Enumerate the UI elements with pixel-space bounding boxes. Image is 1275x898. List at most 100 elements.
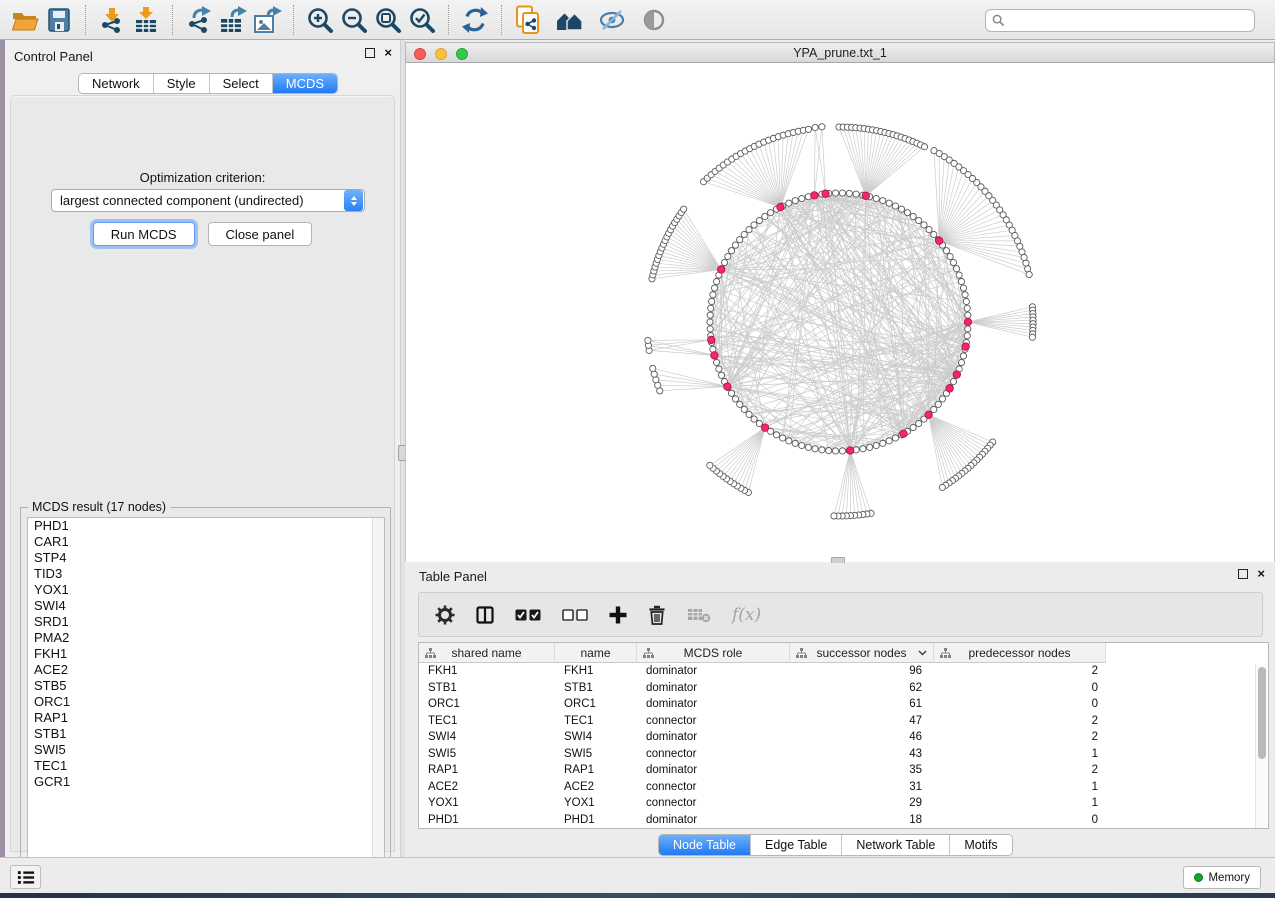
table-row[interactable]: PHD1PHD1dominator180 xyxy=(419,812,1268,829)
clear-all-checks-button[interactable] xyxy=(562,609,588,621)
table-scrollbar-thumb[interactable] xyxy=(1258,667,1266,759)
network-graph[interactable] xyxy=(406,63,1274,560)
mcds-result-item[interactable]: SWI4 xyxy=(28,598,384,614)
mcds-result-item[interactable]: ORC1 xyxy=(28,694,384,710)
optimization-criterion-select[interactable]: largest connected component (undirected) xyxy=(51,189,365,212)
table-row[interactable]: RAP1RAP1dominator352 xyxy=(419,762,1268,779)
tab-select[interactable]: Select xyxy=(210,74,273,93)
mcds-result-item[interactable]: YOX1 xyxy=(28,582,384,598)
open-file-button[interactable] xyxy=(8,3,42,37)
task-history-button[interactable] xyxy=(10,865,41,889)
mcds-result-item[interactable]: TEC1 xyxy=(28,758,384,774)
table-cell: 35 xyxy=(790,764,934,776)
table-row[interactable]: FKH1FKH1dominator962 xyxy=(419,663,1268,680)
column-header-predecessor-nodes[interactable]: predecessor nodes xyxy=(934,643,1106,663)
table-row[interactable]: ACE2ACE2connector311 xyxy=(419,779,1268,796)
clone-network-button[interactable] xyxy=(511,3,545,37)
mcds-result-item[interactable]: STP4 xyxy=(28,550,384,566)
table-row[interactable]: SWI5SWI5connector431 xyxy=(419,746,1268,763)
mcds-result-list[interactable]: PHD1CAR1STP4TID3YOX1SWI4SRD1PMA2FKH1ACE2… xyxy=(27,517,385,871)
tab-motifs[interactable]: Motifs xyxy=(950,835,1011,855)
export-table-button[interactable] xyxy=(216,3,250,37)
float-table-panel-icon[interactable] xyxy=(1238,569,1248,579)
mcds-result-item[interactable]: PMA2 xyxy=(28,630,384,646)
control-panel-tabs: NetworkStyleSelectMCDS xyxy=(78,73,338,94)
network-window-titlebar[interactable]: YPA_prune.txt_1 xyxy=(405,42,1275,63)
zoom-out-button[interactable] xyxy=(337,3,371,37)
mcds-result-item[interactable]: CAR1 xyxy=(28,534,384,550)
close-panel-button[interactable]: Close panel xyxy=(208,222,313,246)
hide-selected-button[interactable] xyxy=(595,3,629,37)
memory-label: Memory xyxy=(1208,872,1250,884)
mcds-result-item[interactable]: SWI5 xyxy=(28,742,384,758)
toolbar-separator xyxy=(293,5,294,35)
search-input[interactable] xyxy=(1009,14,1254,28)
table-cell: YOX1 xyxy=(555,797,637,809)
mcds-result-item[interactable]: STB5 xyxy=(28,678,384,694)
close-table-panel-icon[interactable]: × xyxy=(1257,569,1265,579)
table-cell: 0 xyxy=(934,682,1106,694)
mcds-list-scrollbar[interactable] xyxy=(372,518,384,870)
table-cell: TEC1 xyxy=(555,715,637,727)
run-mcds-button[interactable]: Run MCDS xyxy=(93,222,195,246)
plus-icon xyxy=(609,606,627,624)
table-cell: dominator xyxy=(637,731,790,743)
table-row[interactable]: SWI4SWI4dominator462 xyxy=(419,729,1268,746)
mcds-tab-content: Optimization criterion: largest connecte… xyxy=(10,95,395,852)
column-header-MCDS-role[interactable]: MCDS role xyxy=(637,643,790,663)
show-hidden-button[interactable] xyxy=(637,3,671,37)
tab-style[interactable]: Style xyxy=(154,74,210,93)
table-row[interactable]: YOX1YOX1connector291 xyxy=(419,795,1268,812)
mcds-result-item[interactable]: FKH1 xyxy=(28,646,384,662)
table-row[interactable]: STB1STB1dominator620 xyxy=(419,680,1268,697)
mcds-result-item[interactable]: ACE2 xyxy=(28,662,384,678)
tab-mcds[interactable]: MCDS xyxy=(273,74,337,93)
checked-boxes-icon xyxy=(515,609,541,621)
table-cell: connector xyxy=(637,715,790,727)
table-mode-gear-button[interactable] xyxy=(435,605,455,625)
sort-chevron-icon[interactable] xyxy=(918,650,927,656)
tab-network[interactable]: Network xyxy=(79,74,154,93)
optimization-criterion-label: Optimization criterion: xyxy=(11,170,394,185)
table-row[interactable]: TEC1TEC1connector472 xyxy=(419,713,1268,730)
mcds-result-item[interactable]: SRD1 xyxy=(28,614,384,630)
column-type-icon xyxy=(940,648,951,659)
zoom-selected-button[interactable] xyxy=(405,3,439,37)
export-image-button[interactable] xyxy=(250,3,284,37)
zoom-fit-button[interactable] xyxy=(371,3,405,37)
mcds-result-item[interactable]: PHD1 xyxy=(28,518,384,534)
export-network-button[interactable] xyxy=(182,3,216,37)
float-window-icon[interactable] xyxy=(365,48,375,58)
import-network-button[interactable] xyxy=(95,3,129,37)
tab-node-table[interactable]: Node Table xyxy=(659,835,751,855)
mcds-result-item[interactable]: STB1 xyxy=(28,726,384,742)
refresh-view-button[interactable] xyxy=(458,3,492,37)
add-column-button[interactable] xyxy=(609,606,627,624)
table-row[interactable]: ORC1ORC1dominator610 xyxy=(419,696,1268,713)
mcds-result-item[interactable]: GCR1 xyxy=(28,774,384,790)
delete-table-button[interactable] xyxy=(687,607,711,623)
save-session-button[interactable] xyxy=(42,3,76,37)
show-columns-button[interactable] xyxy=(476,606,494,624)
delete-column-button[interactable] xyxy=(648,605,666,625)
column-header-name[interactable]: name xyxy=(555,643,637,663)
function-builder-button[interactable]: f(x) xyxy=(732,605,761,625)
select-stepper-icon xyxy=(344,190,363,211)
show-all-nodes-button[interactable] xyxy=(553,3,587,37)
tab-network-table[interactable]: Network Table xyxy=(842,835,950,855)
tab-edge-table[interactable]: Edge Table xyxy=(751,835,842,855)
zoom-in-button[interactable] xyxy=(303,3,337,37)
import-table-icon xyxy=(132,6,160,34)
mcds-result-item[interactable]: RAP1 xyxy=(28,710,384,726)
search-field[interactable] xyxy=(985,9,1255,32)
column-header-successor-nodes[interactable]: successor nodes xyxy=(790,643,934,663)
table-scrollbar[interactable] xyxy=(1255,664,1267,828)
network-view[interactable] xyxy=(405,63,1275,562)
table-cell: dominator xyxy=(637,814,790,826)
select-all-checks-button[interactable] xyxy=(515,609,541,621)
close-panel-icon[interactable]: × xyxy=(384,48,392,58)
import-table-button[interactable] xyxy=(129,3,163,37)
memory-button[interactable]: Memory xyxy=(1183,866,1261,889)
column-header-shared-name[interactable]: shared name xyxy=(419,643,555,663)
mcds-result-item[interactable]: TID3 xyxy=(28,566,384,582)
